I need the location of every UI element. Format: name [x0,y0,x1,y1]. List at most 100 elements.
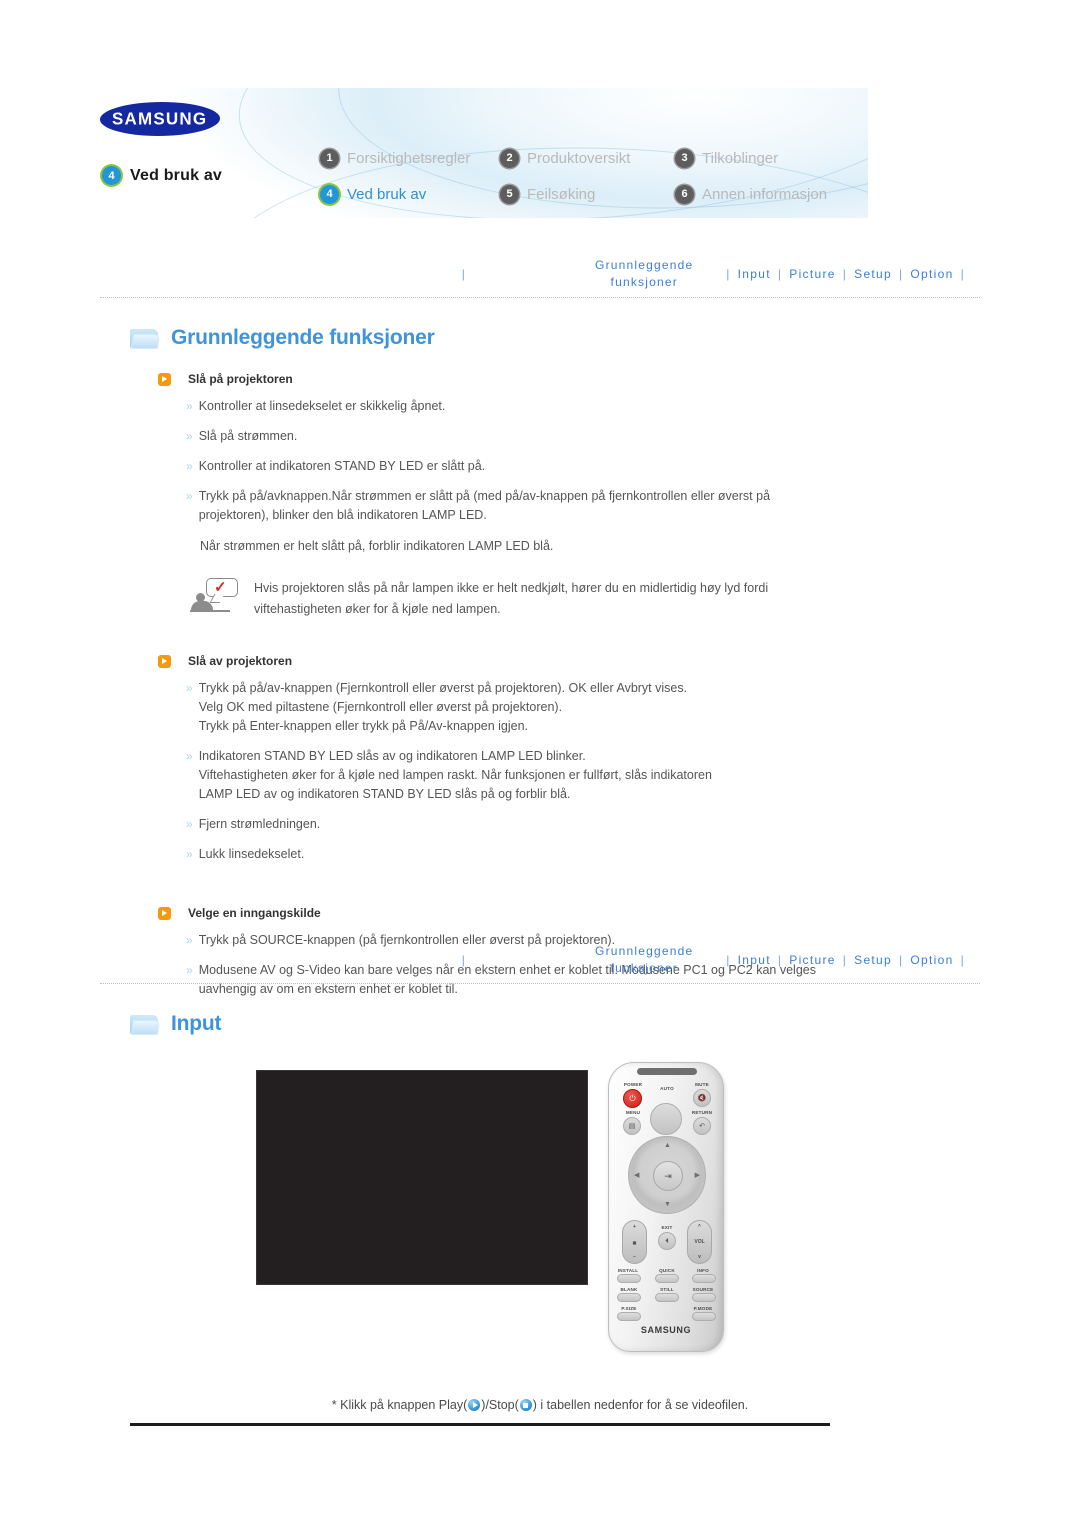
group-heading-power-on: Slå på projektoren [158,372,1080,386]
subnav-item-option[interactable]: Option [910,267,953,281]
remote-still-button[interactable] [655,1293,679,1302]
remote-label-install: INSTALL [617,1268,639,1273]
list-item-text: Indikatoren STAND BY LED slås av og indi… [198,749,712,801]
subnav-item-option[interactable]: Option [910,953,953,967]
remote-label-return: RETURN [691,1110,713,1115]
caption-suffix: ) i tabellen nedenfor for å se videofile… [532,1398,749,1412]
remote-label-quick: QUICK [659,1268,675,1273]
remote-label-psize: P.SIZE [621,1306,637,1311]
chapter-title: Ved bruk av [130,166,223,184]
subnav-separator: | [461,953,467,967]
remote-quick-button[interactable] [655,1274,679,1283]
list-item-text: Trykk på på/avknappen.Når strømmen er sl… [198,489,771,522]
subnav-item-setup[interactable]: Setup [854,267,892,281]
note-block-power-on: ✓ Hvis projektoren slås på når lampen ik… [190,578,880,620]
remote-pmode-button[interactable] [692,1312,716,1321]
remote-label-source: SOURCE [692,1287,714,1292]
group-heading-power-off: Slå av projektoren [158,654,1080,668]
remote-psize-button[interactable] [617,1312,641,1321]
subnav-separator: | [842,953,848,967]
group-heading-text: Slå på projektoren [188,372,293,386]
remote-return-button[interactable]: ↶ [693,1117,711,1135]
tab-number-badge: 6 [675,184,694,204]
subnav-separator: | [777,267,783,281]
dpad-enter-button[interactable]: ⇥ [653,1161,683,1191]
chevron-icon: » [186,681,193,695]
remote-volume-control[interactable]: ^ VOL v [687,1220,712,1264]
subnav-item-grunnleggende[interactable]: Grunnleggende funksjoner [569,257,719,291]
subnav-label-line1: Grunnleggende [595,258,694,272]
folder-icon [130,1013,161,1036]
remote-label-blank: BLANK [620,1287,638,1292]
subnav-label-line2: funksjoner [610,275,678,289]
play-icon[interactable] [468,1399,481,1411]
subnav-separator: | [899,953,904,967]
caption-prefix: * Klikk på knappen Play( [331,1398,468,1412]
remote-blank-button[interactable] [617,1293,641,1302]
list-item: » Trykk på på/av-knappen (Fjernkontroll … [186,679,876,736]
subnav-item-picture[interactable]: Picture [789,267,835,281]
subnav-bar-bottom: | Grunnleggende funksjoner | Input | Pic… [100,938,980,984]
samsung-logo-text: SAMSUNG [112,108,208,129]
tab-label: Feilsøking [527,185,596,203]
list-item: » Slå på strømmen. [186,427,876,446]
remote-info-button[interactable] [692,1274,716,1283]
volume-up-icon[interactable]: ^ [698,1224,701,1230]
dpad-up-icon[interactable]: ▲ [664,1142,671,1149]
remote-install-button[interactable] [617,1274,641,1283]
remote-label-info: INFO [697,1268,709,1273]
list-item: » Trykk på på/avknappen.Når strømmen er … [186,487,876,525]
remote-label-still: STILL [660,1287,674,1292]
subnav-separator: | [960,267,965,281]
subnav-item-input[interactable]: Input [738,953,771,967]
keystone-plus-icon[interactable]: + [633,1224,636,1230]
list-item: » Fjern strømledningen. [186,815,876,834]
chapter-tab-2[interactable]: 2 Produktoversikt [500,148,675,168]
person-note-icon: ✓ [190,578,238,614]
subnav-separator: | [899,267,904,281]
remote-source-button[interactable] [692,1293,716,1302]
chapter-tab-1[interactable]: 1 Forsiktighetsregler [320,148,500,168]
chapter-tab-4[interactable]: 4 Ved bruk av [320,184,500,204]
chevron-icon: » [186,817,193,831]
remote-label-menu: MENU [625,1110,641,1115]
dpad-right-icon[interactable]: ▶ [695,1172,700,1179]
media-area: POWER ⏻ AUTO MUTE 🔇 MENU ▤ RETURN ↶ ▲ ◀ … [0,1062,1080,1362]
chevron-icon: » [186,847,193,861]
remote-exit-button[interactable]: ⏴ [658,1232,676,1250]
tab-label: Produktoversikt [527,149,631,167]
remote-keystone-control[interactable]: + ▦ − [622,1220,647,1264]
subnav-item-input[interactable]: Input [738,267,771,281]
stop-icon[interactable] [519,1399,532,1411]
dpad-down-icon[interactable]: ▼ [664,1201,671,1208]
keystone-minus-icon[interactable]: − [633,1254,636,1260]
remote-menu-button[interactable]: ▤ [623,1117,641,1135]
tab-label: Forsiktighetsregler [347,149,471,167]
video-placeholder[interactable] [256,1070,588,1285]
chapter-tab-5[interactable]: 5 Feilsøking [500,184,675,204]
dpad-left-icon[interactable]: ◀ [634,1172,639,1179]
subnav-bar-top: | Grunnleggende funksjoner | Input | Pic… [100,252,980,298]
section-title-input: Input [130,1012,1080,1036]
remote-dpad[interactable]: ▲ ◀ ▶ ▼ ⇥ [628,1136,706,1214]
subnav-item-grunnleggende[interactable]: Grunnleggende funksjoner [569,943,719,977]
chapter-tab-3[interactable]: 3 Tilkoblinger [675,148,860,168]
subnav-separator: | [726,953,731,967]
chapter-tab-6[interactable]: 6 Annen informasjon [675,184,860,204]
subnav-item-setup[interactable]: Setup [854,953,892,967]
remote-power-button[interactable]: ⏻ [623,1089,642,1108]
section-title-basic: Grunnleggende funksjoner [130,326,1080,350]
tab-number-badge: 3 [675,148,694,168]
list-item-text: Kontroller at linsedekselet er skikkelig… [198,399,446,413]
volume-down-icon[interactable]: v [698,1254,701,1260]
tab-label: Tilkoblinger [702,149,779,167]
list-item-text: Kontroller at indikatoren STAND BY LED e… [198,459,486,473]
chapter-tabs: 1 Forsiktighetsregler 2 Produktoversikt … [320,140,860,212]
tab-number-badge: 5 [500,184,519,204]
chapter-number-badge: 4 [102,166,121,185]
remote-mute-button[interactable]: 🔇 [693,1089,711,1107]
remote-auto-button[interactable] [650,1103,682,1135]
subnav-item-picture[interactable]: Picture [789,953,835,967]
folder-icon [130,327,161,350]
remote-label-pmode: P.MODE [693,1306,713,1311]
